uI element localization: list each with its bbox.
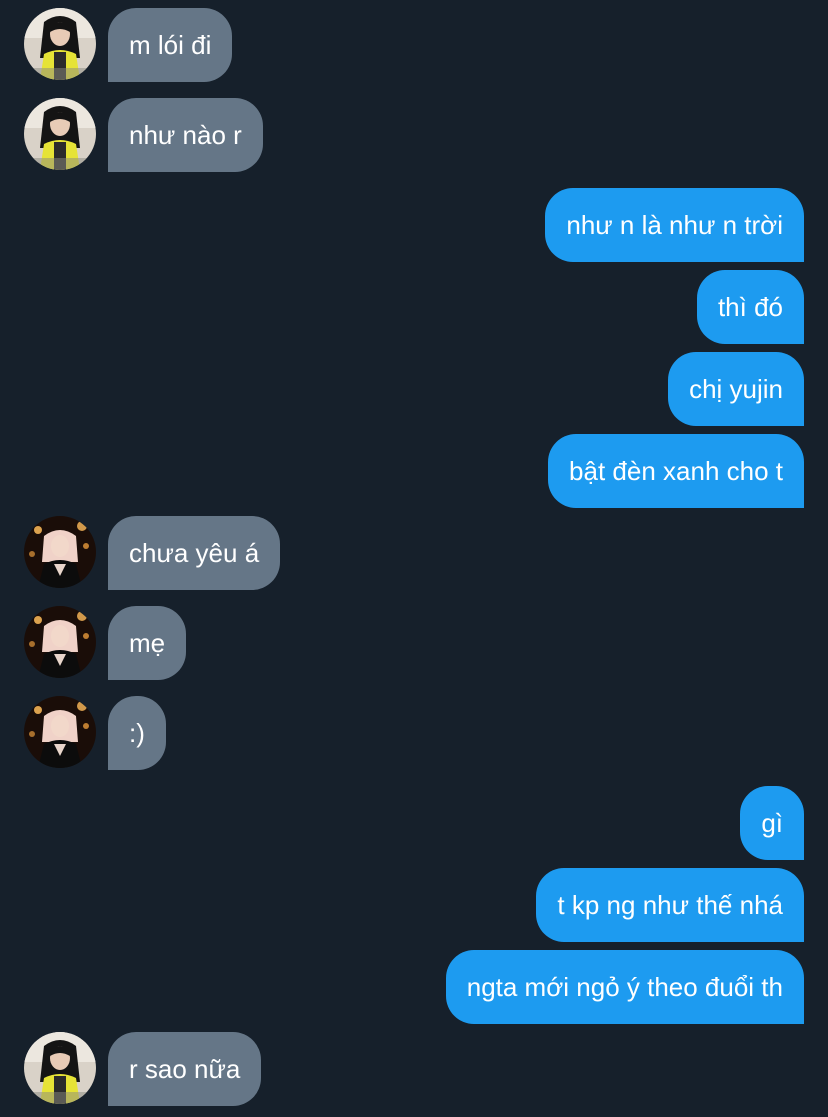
message-row: thì đó <box>0 270 828 344</box>
message-row: r sao nữa <box>0 1032 828 1106</box>
incoming-message-bubble[interactable]: r sao nữa <box>108 1032 262 1106</box>
outgoing-message-bubble[interactable]: bật đèn xanh cho t <box>548 434 804 508</box>
message-row: gì <box>0 786 828 860</box>
message-row: như nào r <box>0 98 828 172</box>
outgoing-message-bubble[interactable]: như n là như n trời <box>545 188 804 262</box>
contact-b-avatar[interactable] <box>24 516 96 588</box>
outgoing-message-bubble[interactable]: ngta mới ngỏ ý theo đuổi th <box>445 950 804 1024</box>
message-row: như n là như n trời <box>0 188 828 262</box>
message-row: t kp ng như thế nhá <box>0 868 828 942</box>
message-row: chưa yêu á <box>0 516 828 590</box>
message-row: bật đèn xanh cho t <box>0 434 828 508</box>
outgoing-message-bubble[interactable]: t kp ng như thế nhá <box>536 868 804 942</box>
message-row: chị yujin <box>0 352 828 426</box>
chat-thread: m lói đi như nào r như n là như n trời t… <box>0 0 828 1117</box>
contact-a-avatar[interactable] <box>24 8 96 80</box>
contact-b-avatar[interactable] <box>24 696 96 768</box>
contact-a-avatar[interactable] <box>24 98 96 170</box>
incoming-message-bubble[interactable]: mẹ <box>108 606 187 680</box>
incoming-message-bubble[interactable]: chưa yêu á <box>108 516 281 590</box>
message-row: ngta mới ngỏ ý theo đuổi th <box>0 950 828 1024</box>
incoming-message-bubble[interactable]: m lói đi <box>108 8 233 82</box>
message-row: mẹ <box>0 606 828 680</box>
contact-b-avatar[interactable] <box>24 606 96 678</box>
outgoing-message-bubble[interactable]: gì <box>740 786 804 860</box>
incoming-message-bubble[interactable]: :) <box>108 696 166 770</box>
contact-a-avatar[interactable] <box>24 1032 96 1104</box>
message-row: m lói đi <box>0 8 828 82</box>
incoming-message-bubble[interactable]: như nào r <box>108 98 263 172</box>
message-row: :) <box>0 696 828 770</box>
outgoing-message-bubble[interactable]: chị yujin <box>668 352 804 426</box>
outgoing-message-bubble[interactable]: thì đó <box>696 270 804 344</box>
